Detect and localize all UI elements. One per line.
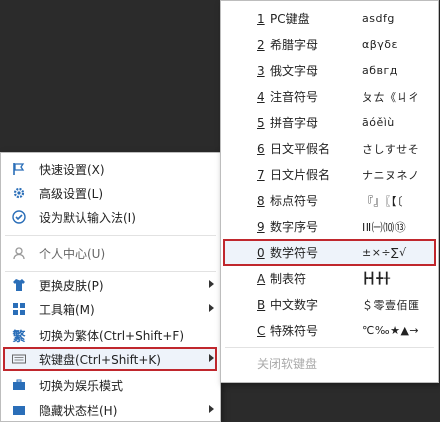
- submenu-item-katakana[interactable]: 7 日文片假名 ナニヌネノ: [221, 162, 438, 187]
- item-name: 中文数字: [270, 298, 319, 312]
- menu-item-personal-center[interactable]: 个人中心(U): [1, 241, 220, 265]
- menu-item-hide-statusbar[interactable]: 隐藏状态栏(H): [1, 398, 220, 422]
- item-sample: абвгд: [362, 64, 398, 77]
- item-shortcut: 3: [257, 63, 265, 78]
- item-shortcut: 0: [257, 245, 265, 260]
- submenu-item-punctuation[interactable]: 8 标点符号 『』〖【〔: [221, 188, 438, 213]
- item-name: 注音符号: [270, 90, 319, 104]
- menu-item-label: 工具箱(M): [39, 302, 95, 317]
- menu-item-switch-traditional[interactable]: 繁 切换为繁体(Ctrl+Shift+F): [1, 323, 220, 347]
- item-name: 数学符号: [270, 246, 319, 260]
- menu-item-soft-keyboard[interactable]: 软键盘(Ctrl+Shift+K): [1, 347, 220, 371]
- item-shortcut: 2: [257, 37, 265, 52]
- item-shortcut: 1: [257, 11, 265, 26]
- menu-separator: [5, 235, 216, 236]
- item-shortcut: A: [257, 271, 266, 286]
- menu-separator: [5, 271, 216, 272]
- item-shortcut: 9: [257, 219, 265, 234]
- submenu-item-close-keyboard[interactable]: 关闭软键盘: [221, 351, 438, 376]
- menu-item-set-default[interactable]: 设为默认输入法(I): [1, 205, 220, 229]
- item-sample: asdfg: [362, 12, 395, 25]
- item-sample: ナニヌネノ: [362, 168, 420, 182]
- item-shortcut: 7: [257, 167, 265, 182]
- item-shortcut: 8: [257, 193, 265, 208]
- submenu-item-chinese-numbers[interactable]: B 中文数字 ＄零壹佰匯: [221, 292, 438, 317]
- menu-separator: [225, 347, 434, 348]
- menu-item-label: 软键盘(Ctrl+Shift+K): [39, 352, 161, 367]
- keyboard-icon: [11, 351, 27, 367]
- item-shortcut: 6: [257, 141, 265, 156]
- briefcase-icon: [11, 377, 27, 393]
- submenu-item-pinyin[interactable]: 5 拼音字母 āóěìù: [221, 110, 438, 135]
- submenu-item-box-drawing[interactable]: A 制表符 ┣┫╋╂: [221, 266, 438, 291]
- check-circle-icon: [11, 209, 27, 225]
- traditional-char-icon: 繁: [12, 329, 26, 345]
- item-sample: ┣┫╋╂: [362, 272, 391, 285]
- submenu-arrow-icon: [209, 304, 214, 312]
- flag-icon: [11, 161, 27, 177]
- soft-keyboard-submenu: 1 PC键盘 asdfg 2 希腊字母 αβγδε 3 俄文字母 абвгд 4…: [220, 0, 439, 383]
- menu-item-advanced-settings[interactable]: 高级设置(L): [1, 181, 220, 205]
- menu-item-quick-settings[interactable]: 快速设置(X): [1, 157, 220, 181]
- item-sample: αβγδε: [362, 38, 398, 51]
- item-sample: ㄆㄊ《ㄐㄔ: [362, 90, 420, 104]
- menu-item-entertainment-mode[interactable]: 切换为娱乐模式: [1, 373, 220, 397]
- hide-icon: [11, 402, 27, 418]
- item-sample: ＄零壹佰匯: [362, 298, 420, 312]
- submenu-item-special-symbols[interactable]: C 特殊符号 ℃‰★▲→: [221, 318, 438, 343]
- item-name: 关闭软键盘: [257, 357, 318, 371]
- submenu-item-math-symbols[interactable]: 0 数学符号 ±×÷∑√: [221, 240, 438, 265]
- submenu-item-pc-keyboard[interactable]: 1 PC键盘 asdfg: [221, 6, 438, 31]
- item-name: 俄文字母: [270, 64, 319, 78]
- item-sample: āóěìù: [362, 116, 395, 129]
- menu-item-label: 快速设置(X): [39, 162, 105, 177]
- shirt-icon: [11, 277, 27, 293]
- submenu-item-number-sequence[interactable]: 9 数字序号 ⅠⅡ㈠⑽⑬: [221, 214, 438, 239]
- submenu-item-hiragana[interactable]: 6 日文平假名 さしすせそ: [221, 136, 438, 161]
- item-name: 数字序号: [270, 220, 319, 234]
- menu-item-label: 切换为娱乐模式: [39, 378, 124, 393]
- user-icon: [11, 245, 27, 261]
- item-sample: ±×÷∑√: [362, 246, 407, 259]
- menu-item-label: 高级设置(L): [39, 186, 104, 201]
- menu-item-label: 设为默认输入法(I): [39, 210, 136, 225]
- item-name: 拼音字母: [270, 116, 319, 130]
- item-shortcut: 5: [257, 115, 265, 130]
- menu-item-label: 切换为繁体(Ctrl+Shift+F): [39, 328, 185, 343]
- menu-item-toolbox[interactable]: 工具箱(M): [1, 297, 220, 321]
- item-name: 特殊符号: [270, 324, 319, 338]
- toolbox-icon: [11, 301, 27, 317]
- menu-item-change-skin[interactable]: 更换皮肤(P): [1, 273, 220, 297]
- item-shortcut: B: [257, 297, 266, 312]
- item-name: 标点符号: [270, 194, 319, 208]
- item-name: PC键盘: [270, 12, 310, 26]
- item-shortcut: C: [257, 323, 266, 338]
- item-name: 日文平假名: [270, 142, 331, 156]
- gear-icon: [11, 185, 27, 201]
- submenu-item-zhuyin[interactable]: 4 注音符号 ㄆㄊ《ㄐㄔ: [221, 84, 438, 109]
- item-shortcut: 4: [257, 89, 265, 104]
- submenu-arrow-icon: [209, 280, 214, 288]
- item-name: 希腊字母: [270, 38, 319, 52]
- menu-item-label: 隐藏状态栏(H): [39, 403, 118, 418]
- item-name: 日文片假名: [270, 168, 331, 182]
- menu-item-label: 个人中心(U): [39, 246, 106, 261]
- submenu-item-russian[interactable]: 3 俄文字母 абвгд: [221, 58, 438, 83]
- item-name: 制表符: [270, 272, 307, 286]
- item-sample: 『』〖【〔: [362, 194, 403, 208]
- submenu-arrow-icon: [209, 354, 214, 362]
- submenu-item-greek[interactable]: 2 希腊字母 αβγδε: [221, 32, 438, 57]
- context-menu: 快速设置(X) 高级设置(L) 设为默认输入法(I) 个人中心(U) 更换皮肤(…: [0, 152, 221, 422]
- item-sample: さしすせそ: [362, 142, 420, 156]
- menu-item-label: 更换皮肤(P): [39, 278, 104, 293]
- item-sample: ⅠⅡ㈠⑽⑬: [362, 220, 407, 234]
- item-sample: ℃‰★▲→: [362, 324, 420, 337]
